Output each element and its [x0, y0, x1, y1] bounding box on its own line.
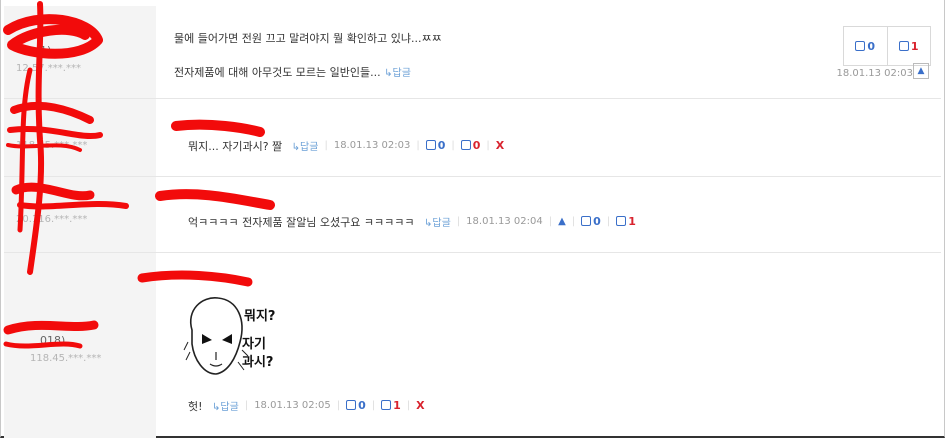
downvote-button[interactable]: 1: [886, 27, 931, 65]
comment-user: 1) 12.57.***.***: [4, 44, 156, 74]
downvote-count: 1: [910, 39, 919, 53]
upvote-count: 0: [593, 215, 601, 228]
comment-meta: ↳답글 | 18.01.13 02:04 | ▲ | 0 | 1: [424, 214, 636, 229]
divider: |: [486, 140, 490, 151]
vote-box: 0 1: [843, 26, 931, 66]
image-text: 뭐지?: [244, 309, 275, 324]
comment-ip: 20.116.***.***: [16, 214, 88, 225]
thumbs-up-icon: [581, 216, 592, 226]
thumbs-down-icon: [616, 216, 627, 226]
comment-text: 물에 들어가면 전원 끄고 말려야지 뭘 확인하고 있냐...ㅉㅉ: [174, 32, 442, 45]
comment-body: 헛! ↳답글 | 18.01.13 02:05 | 0 | 1 | X: [188, 398, 425, 414]
downvote-count: 0: [472, 139, 481, 152]
upvote-count: 0: [867, 39, 876, 53]
downvote-count: 1: [628, 215, 636, 228]
downvote-button[interactable]: 1: [381, 399, 401, 412]
comment-body: 억ㅋㅋㅋㅋ 전자제품 잘알님 오셨구요 ㅋㅋㅋㅋㅋ ↳답글 | 18.01.13…: [188, 214, 636, 230]
divider: |: [244, 400, 249, 411]
comment-date: 18.01.13 02:03: [836, 68, 913, 79]
comment-ip: 12.57.***.***: [16, 63, 81, 74]
divider: |: [571, 216, 576, 227]
comment-ip: 118.45.***.***: [30, 353, 102, 364]
comment-user: 20.116.***.***: [4, 208, 156, 225]
divider: |: [606, 216, 611, 227]
divider: |: [336, 400, 341, 411]
comment-ip: 118.45.***.***: [16, 140, 88, 151]
upvote-button[interactable]: 0: [425, 139, 446, 152]
comment-text: 뭐지... 자기과시? 짤: [188, 140, 283, 153]
divider: |: [416, 140, 420, 151]
reply-link[interactable]: ↳답글: [212, 398, 239, 413]
comment-body: 물에 들어가면 전원 끄고 말려야지 뭘 확인하고 있냐...ㅉㅉ 전자제품에 …: [174, 30, 442, 80]
divider: |: [406, 400, 411, 411]
comment-date: 18.01.13 02:04: [466, 216, 543, 227]
comment-row: 118.45.***.*** 뭐지... 자기과시? 짤 ↳답글 | 18.01…: [4, 98, 941, 177]
divider: |: [456, 216, 461, 227]
comment-date: 18.01.13 02:03: [333, 140, 411, 151]
thumbs-down-icon: [898, 41, 909, 51]
delete-button[interactable]: X: [416, 399, 424, 412]
upvote-button[interactable]: 0: [346, 399, 366, 412]
comment-meta: ↳답글 | 18.01.13 02:03 | 0 | 0 | X: [292, 138, 505, 153]
comment-meta: ↳답글 | 18.01.13 02:05 | 0 | 1 | X: [212, 398, 425, 413]
thumbs-up-icon: [855, 41, 866, 51]
bell-icon[interactable]: ▲: [913, 63, 929, 79]
divider: |: [548, 216, 553, 227]
reply-link[interactable]: ↳답글: [384, 68, 411, 79]
delete-button[interactable]: X: [496, 139, 504, 152]
image-text: 자기: [242, 337, 266, 352]
divider: |: [324, 140, 328, 151]
upvote-count: 0: [437, 139, 446, 152]
comment-text: 헛!: [188, 400, 203, 413]
parent-snippet: 전자제품에 대해 아무것도 모르는 일반인들...: [174, 66, 381, 79]
comment-body: 뭐지... 자기과시? 짤 ↳답글 | 18.01.13 02:03 | 0 |…: [188, 138, 504, 154]
thumbs-up-icon: [346, 400, 357, 410]
comment-row: 1) 12.57.***.*** 물에 들어가면 전원 끄고 말려야지 뭘 확인…: [4, 6, 941, 99]
comment-text: 억ㅋㅋㅋㅋ 전자제품 잘알님 오셨구요 ㅋㅋㅋㅋㅋ: [188, 216, 415, 229]
downvote-button[interactable]: 0: [460, 139, 481, 152]
reply-link[interactable]: ↳답글: [424, 214, 451, 229]
thumbs-down-icon: [381, 400, 392, 410]
upvote-count: 0: [358, 399, 366, 412]
thumbs-down-icon: [460, 140, 471, 150]
divider: |: [371, 400, 376, 411]
upvote-button[interactable]: 0: [581, 215, 601, 228]
comment-row: 20.116.***.*** 억ㅋㅋㅋㅋ 전자제품 잘알님 오셨구요 ㅋㅋㅋㅋㅋ…: [4, 176, 941, 253]
upvote-button[interactable]: 0: [844, 27, 887, 65]
comment-date: 18.01.13 02:05: [254, 400, 331, 411]
reply-link[interactable]: ↳답글: [292, 138, 319, 153]
thumbs-up-icon: [425, 140, 436, 150]
comment-nick: 1): [40, 44, 52, 57]
image-text: 과시?: [242, 355, 273, 370]
downvote-button[interactable]: 1: [616, 215, 636, 228]
comment-nick: 018): [40, 334, 66, 347]
comment-image: 뭐지? 자기 과시?: [183, 297, 275, 375]
comment-user: 118.45.***.***: [4, 134, 156, 151]
comment-user: 018) 118.45.***.***: [4, 334, 156, 364]
comment-row: 018) 118.45.***.*** 헛! ↳답글 | 18.01.13 02…: [4, 252, 941, 438]
divider: |: [451, 140, 455, 151]
downvote-count: 1: [393, 399, 401, 412]
bell-icon[interactable]: ▲: [558, 216, 566, 227]
